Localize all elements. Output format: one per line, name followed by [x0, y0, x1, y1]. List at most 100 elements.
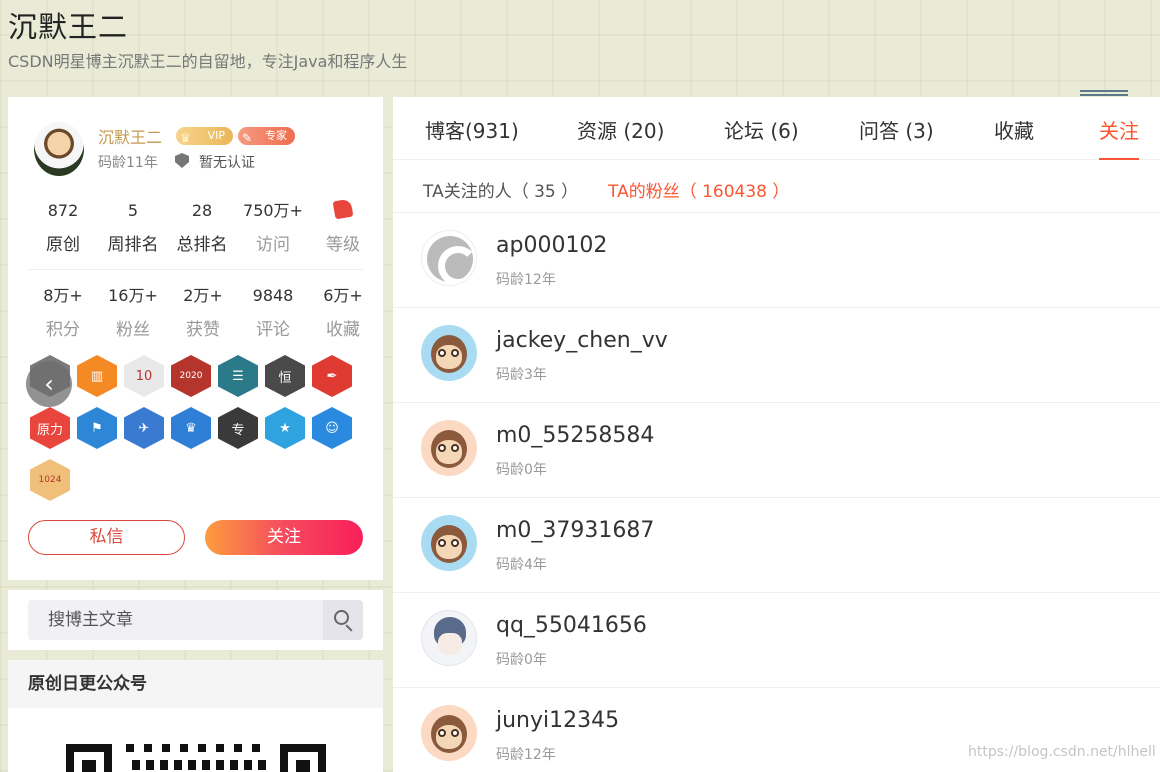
stat-original[interactable]: 872 原创: [28, 200, 98, 255]
list-medal-icon[interactable]: ☰: [218, 355, 258, 397]
pen-medal-icon[interactable]: ✒: [312, 355, 352, 397]
menu-icon[interactable]: [1080, 90, 1128, 96]
book-medal-icon[interactable]: ▥: [77, 355, 117, 397]
tab-blog[interactable]: 博客(931): [425, 115, 519, 144]
avatar[interactable]: [421, 515, 477, 571]
stat-label: 评论: [256, 320, 290, 340]
user-name[interactable]: junyi12345: [496, 708, 619, 733]
search-button[interactable]: [323, 600, 363, 640]
list-item[interactable]: qq_55041656 码龄0年: [393, 593, 1160, 688]
user-code-age: 码龄0年: [496, 462, 547, 478]
profile-code-age: 码龄11年: [98, 155, 158, 171]
user-code-age: 码龄0年: [496, 652, 547, 668]
user-name[interactable]: ap000102: [496, 233, 607, 258]
stat-label: 总排名: [176, 235, 228, 255]
search-input[interactable]: 搜博主文章: [28, 600, 323, 640]
expert-badge[interactable]: ✎ 专家: [238, 127, 295, 145]
stat-label: 原创: [46, 235, 80, 255]
stat-label: 访问: [256, 235, 290, 255]
qr-code-image: [66, 744, 326, 772]
blog-header: 沉默王二 CSDN明星博主沉默王二的自留地，专注Java和程序人生: [0, 0, 1160, 96]
subtab-following[interactable]: TA关注的人（ 35 ）: [423, 177, 578, 202]
list-item[interactable]: ap000102 码龄12年: [393, 213, 1160, 308]
divider: [28, 269, 363, 270]
rocket-medal-icon[interactable]: ✈: [124, 407, 164, 449]
stat-value: 16万+: [108, 286, 158, 305]
stat-favorites: 6万+ 收藏: [308, 285, 378, 340]
profile-card: 沉默王二 ♛ VIP ✎ 专家 码龄11年 暂无认证 872 原创 5 周排名 …: [8, 97, 383, 580]
user-name[interactable]: m0_55258584: [496, 423, 654, 448]
tab-qa[interactable]: 问答 (3): [859, 115, 934, 144]
stat-total-rank[interactable]: 28 总排名: [167, 200, 237, 255]
user-code-age: 码龄4年: [496, 557, 547, 573]
blog-subtitle: CSDN明星博主沉默王二的自留地，专注Java和程序人生: [8, 52, 408, 71]
stat-week-rank[interactable]: 5 周排名: [98, 200, 168, 255]
user-list: ap000102 码龄12年 jackey_chen_vv 码龄3年 m0_552585…: [393, 213, 1160, 772]
carousel-prev-button[interactable]: ‹: [26, 361, 72, 407]
yuanli-medal-icon[interactable]: 原力: [30, 407, 70, 449]
message-button[interactable]: 私信: [28, 520, 185, 555]
vip-badge[interactable]: ♛ VIP: [176, 127, 233, 145]
watermark: https://blog.csdn.net/hlhell: [968, 744, 1156, 760]
active-tab-indicator: [1099, 158, 1139, 160]
user-name[interactable]: qq_55041656: [496, 613, 647, 638]
stat-fans: 16万+ 粉丝: [98, 285, 168, 340]
user-name[interactable]: m0_37931687: [496, 518, 654, 543]
expert-label: 专家: [265, 129, 287, 142]
1024-medal-icon[interactable]: 1024: [30, 459, 70, 501]
stat-label: 获赞: [186, 320, 220, 340]
crown-medal-icon[interactable]: ♛: [171, 407, 211, 449]
avatar[interactable]: [421, 610, 477, 666]
persist-medal-icon[interactable]: 恒: [265, 355, 305, 397]
avatar[interactable]: [34, 122, 84, 176]
avatar[interactable]: [421, 705, 477, 761]
profile-name[interactable]: 沉默王二: [98, 124, 162, 148]
level-icon: [332, 198, 354, 220]
tab-resources[interactable]: 资源 (20): [577, 115, 664, 144]
certification-status: 暂无认证: [199, 155, 255, 171]
2020-medal-icon[interactable]: 2020: [171, 355, 211, 397]
stat-label: 粉丝: [116, 320, 150, 340]
tab-bar: 博客(931) 资源 (20) 论坛 (6) 问答 (3) 收藏 关注: [393, 97, 1160, 160]
stat-value: 28: [191, 201, 213, 220]
tab-forum[interactable]: 论坛 (6): [724, 115, 799, 144]
stat-value: 750万+: [243, 201, 303, 220]
pro-medal-icon[interactable]: 专: [218, 407, 258, 449]
avatar[interactable]: [421, 420, 477, 476]
user-code-age: 码龄12年: [496, 272, 556, 288]
list-item[interactable]: m0_55258584 码龄0年: [393, 403, 1160, 498]
tab-follow[interactable]: 关注: [1099, 115, 1139, 144]
stat-value: 6万+: [323, 286, 363, 305]
star-medal-icon[interactable]: ★: [265, 407, 305, 449]
subtab-fans[interactable]: TA的粉丝（ 160438 ）: [608, 177, 789, 202]
list-item[interactable]: jackey_chen_vv 码龄3年: [393, 308, 1160, 403]
10-year-medal-icon[interactable]: 10: [124, 355, 164, 397]
vip-label: VIP: [207, 129, 225, 142]
qr-card: 原创日更公众号: [8, 660, 383, 772]
follow-button[interactable]: 关注: [205, 520, 363, 555]
stats-row: 8万+ 积分 16万+ 粉丝 2万+ 获赞 9848 评论 6万+ 收藏: [16, 285, 371, 341]
astronaut-medal-icon[interactable]: ☺: [312, 407, 352, 449]
stat-label: 积分: [46, 320, 80, 340]
user-code-age: 码龄12年: [496, 747, 556, 763]
blog-title[interactable]: 沉默王二: [8, 4, 128, 46]
stat-value: 8万+: [43, 286, 83, 305]
main-panel: 博客(931) 资源 (20) 论坛 (6) 问答 (3) 收藏 关注 TA关注…: [393, 97, 1160, 772]
stat-points: 8万+ 积分: [28, 285, 98, 340]
stat-label: 收藏: [326, 320, 360, 340]
stat-label: 周排名: [107, 235, 159, 255]
stat-value: 9848: [252, 286, 294, 305]
qr-section-title: 原创日更公众号: [8, 660, 383, 708]
stat-comments: 9848 评论: [238, 285, 308, 340]
search-card: 搜博主文章: [8, 590, 383, 650]
search-icon: [334, 610, 349, 625]
avatar[interactable]: [421, 325, 477, 381]
list-item[interactable]: m0_37931687 码龄4年: [393, 498, 1160, 593]
avatar[interactable]: [421, 230, 477, 286]
flag-medal-icon[interactable]: ⚑: [77, 407, 117, 449]
tab-favorites[interactable]: 收藏: [994, 115, 1034, 144]
stats-row: 872 原创 5 周排名 28 总排名 750万+ 访问 等级: [16, 198, 371, 256]
user-name[interactable]: jackey_chen_vv: [496, 328, 668, 353]
crown-icon: ♛: [180, 131, 191, 145]
stat-level[interactable]: 等级: [308, 198, 378, 255]
